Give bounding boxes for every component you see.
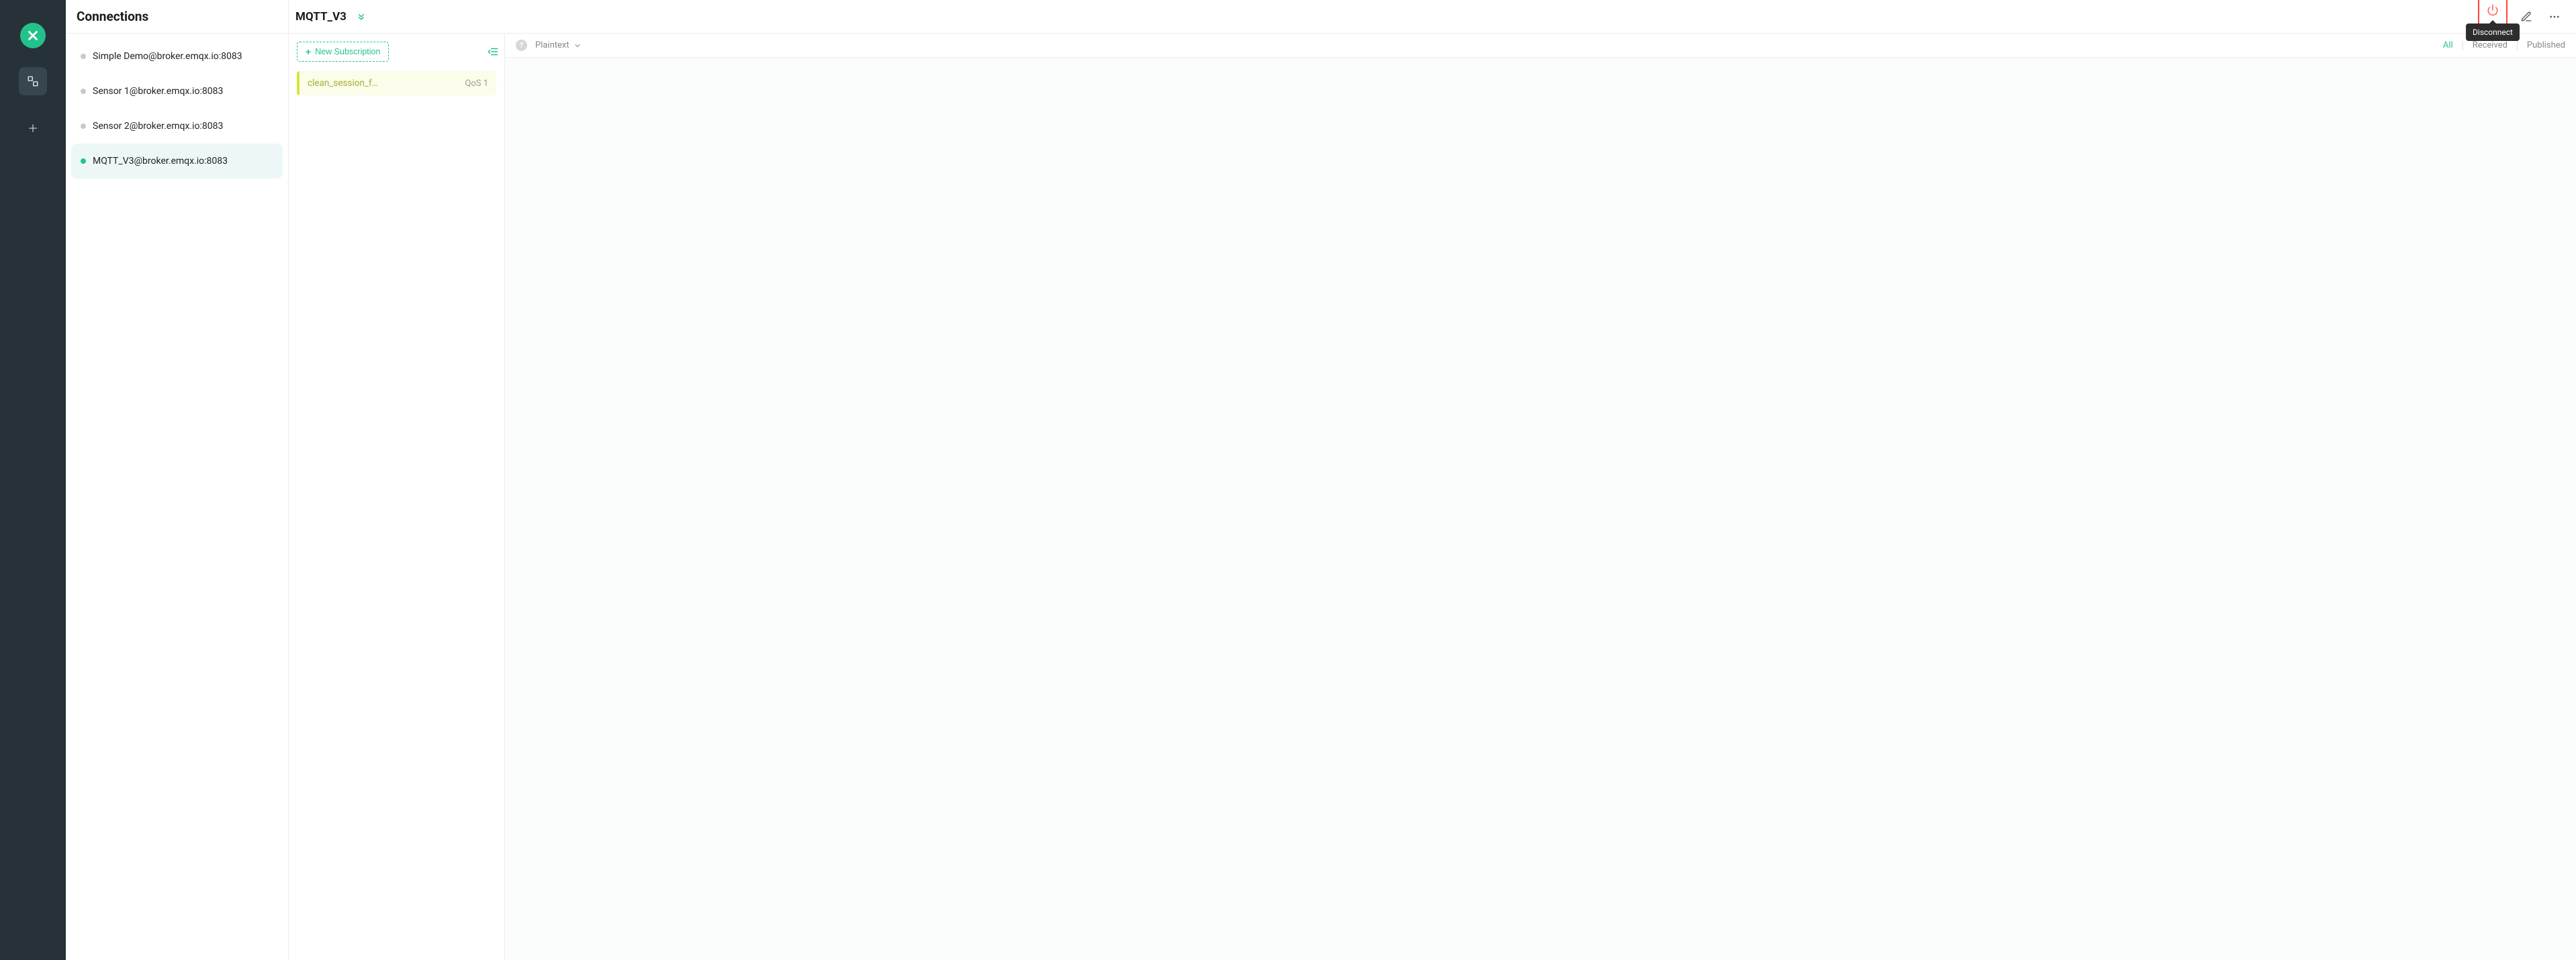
divider bbox=[2517, 41, 2518, 50]
filter-received-tab[interactable]: Received bbox=[2473, 40, 2508, 50]
chevrons-down-icon[interactable] bbox=[356, 11, 367, 22]
connection-label: Simple Demo@broker.emqx.io:8083 bbox=[93, 51, 242, 62]
help-icon[interactable]: ? bbox=[516, 40, 527, 51]
connection-list: Simple Demo@broker.emqx.io:8083 Sensor 1… bbox=[66, 34, 288, 184]
subscription-topic: clean_session_f… bbox=[308, 78, 378, 89]
new-subscription-button[interactable]: + New Subscription bbox=[297, 42, 389, 62]
status-dot-icon bbox=[81, 89, 86, 94]
connection-item[interactable]: Sensor 1@broker.emqx.io:8083 bbox=[71, 74, 283, 109]
connection-label: Sensor 1@broker.emqx.io:8083 bbox=[93, 86, 223, 97]
connection-item[interactable]: Simple Demo@broker.emqx.io:8083 bbox=[71, 39, 283, 74]
chevron-down-icon bbox=[573, 42, 582, 50]
more-button[interactable] bbox=[2545, 7, 2564, 26]
status-dot-icon bbox=[81, 158, 86, 164]
main-panel: MQTT_V3 Disconnect bbox=[289, 0, 2576, 960]
subscriptions-panel: + New Subscription clean_session_f… QoS … bbox=[289, 34, 505, 960]
messages-area bbox=[505, 58, 2576, 960]
plus-icon: + bbox=[306, 47, 311, 56]
payload-format-select[interactable]: Plaintext bbox=[535, 40, 582, 50]
status-dot-icon bbox=[81, 54, 86, 59]
filter-all-tab[interactable]: All bbox=[2443, 40, 2453, 50]
nav-add-button[interactable] bbox=[19, 114, 47, 142]
messages-toolbar: ? Plaintext All Received Published bbox=[505, 34, 2576, 58]
connections-sidebar: Connections Simple Demo@broker.emqx.io:8… bbox=[66, 0, 289, 960]
payload-format-label: Plaintext bbox=[535, 40, 569, 50]
messages-panel: ? Plaintext All Received Published bbox=[505, 34, 2576, 960]
connection-label: Sensor 2@broker.emqx.io:8083 bbox=[93, 121, 223, 132]
filter-published-tab[interactable]: Published bbox=[2527, 40, 2565, 50]
app-logo bbox=[20, 23, 46, 48]
message-filter-tabs: All Received Published bbox=[2443, 40, 2565, 50]
new-subscription-label: New Subscription bbox=[315, 47, 380, 56]
connection-label: MQTT_V3@broker.emqx.io:8083 bbox=[93, 156, 228, 166]
subscription-item[interactable]: clean_session_f… QoS 1 bbox=[297, 71, 496, 95]
connection-item[interactable]: Sensor 2@broker.emqx.io:8083 bbox=[71, 109, 283, 144]
disconnect-highlight: Disconnect bbox=[2478, 0, 2508, 37]
connection-item[interactable]: MQTT_V3@broker.emqx.io:8083 bbox=[71, 144, 283, 179]
connection-title: MQTT_V3 bbox=[295, 10, 347, 23]
nav-rail bbox=[0, 0, 66, 960]
status-dot-icon bbox=[81, 124, 86, 129]
main-body: + New Subscription clean_session_f… QoS … bbox=[289, 34, 2576, 960]
edit-button[interactable] bbox=[2517, 7, 2536, 26]
disconnect-button[interactable]: Disconnect bbox=[2483, 1, 2502, 19]
subscription-qos: QoS 1 bbox=[465, 79, 488, 89]
nav-connections-button[interactable] bbox=[19, 67, 47, 95]
sidebar-title: Connections bbox=[66, 0, 288, 34]
collapse-subscriptions-icon[interactable] bbox=[487, 46, 499, 58]
disconnect-tooltip: Disconnect bbox=[2466, 23, 2520, 41]
main-header: MQTT_V3 Disconnect bbox=[289, 0, 2576, 34]
